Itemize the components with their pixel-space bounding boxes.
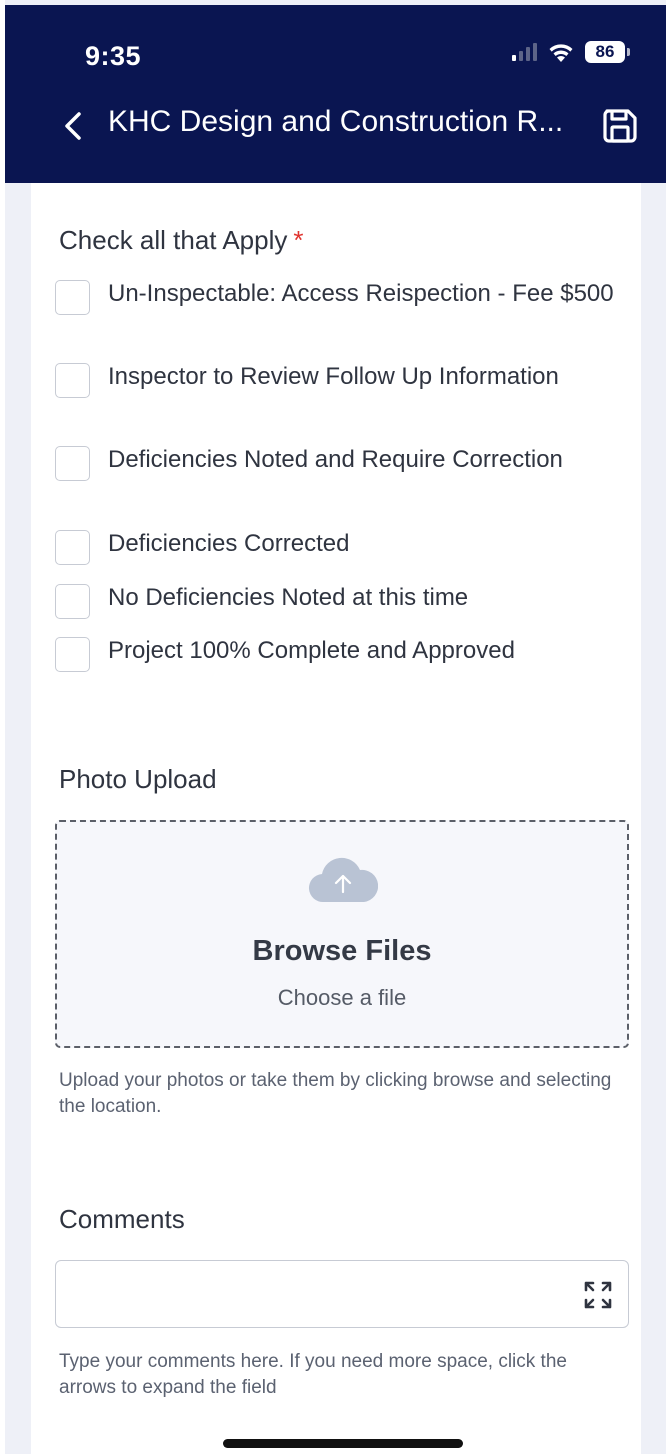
browse-files-title[interactable]: Browse Files [57, 935, 627, 968]
photo-upload-label: Photo Upload [59, 764, 217, 794]
back-button[interactable] [53, 101, 93, 151]
checkbox-label: Project 100% Complete and Approved [108, 637, 515, 664]
photo-upload-dropzone[interactable]: Browse Files Choose a file [55, 820, 629, 1048]
checklist-item[interactable]: Un-Inspectable: Access Reispection - Fee… [55, 280, 625, 315]
choose-file-text: Choose a file [277, 985, 407, 1010]
checklist-item[interactable]: Inspector to Review Follow Up Informatio… [55, 363, 625, 398]
checklist-label: Check all that Apply * [59, 225, 304, 255]
chevron-left-icon [65, 112, 81, 140]
status-icons: 86 [512, 41, 630, 63]
left-frame-edge [0, 0, 5, 1454]
status-time: 9:35 [85, 41, 142, 71]
comments-input[interactable] [55, 1260, 629, 1328]
checkbox-label: Deficiencies Noted and Require Correctio… [108, 446, 563, 473]
comments-helper: Type your comments here. If you need mor… [59, 1351, 567, 1398]
checkbox[interactable] [55, 530, 90, 565]
checkbox-label: Deficiencies Corrected [108, 530, 350, 557]
photo-upload-helper: Upload your photos or take them by click… [59, 1070, 612, 1117]
checkbox[interactable] [55, 363, 90, 398]
checklist-item[interactable]: No Deficiencies Noted at this time [55, 584, 625, 619]
checkbox-label: No Deficiencies Noted at this time [108, 584, 469, 611]
comments-label: Comments [59, 1204, 185, 1234]
required-indicator: * [293, 225, 304, 255]
wifi-icon [547, 41, 575, 63]
cellular-signal-icon [512, 43, 537, 61]
right-frame-edge [666, 0, 671, 1454]
battery-icon: 86 [585, 41, 630, 63]
page-title: KHC Design and Construction R... [108, 105, 564, 138]
save-icon [603, 109, 637, 143]
save-button[interactable] [599, 105, 641, 147]
cloud-upload-icon [308, 857, 378, 903]
checkbox-label: Inspector to Review Follow Up Informatio… [108, 363, 559, 390]
battery-level: 86 [585, 41, 625, 63]
home-indicator [223, 1439, 463, 1448]
checkbox-label: Un-Inspectable: Access Reispection - Fee… [108, 280, 614, 307]
checkbox[interactable] [55, 637, 90, 672]
checklist-item[interactable]: Deficiencies Noted and Require Correctio… [55, 446, 625, 481]
checkbox[interactable] [55, 280, 90, 315]
checkbox[interactable] [55, 584, 90, 619]
form-card: Check all that Apply * Un-Inspectable: Ac… [31, 183, 641, 1454]
checklist-item[interactable]: Deficiencies Corrected [55, 530, 625, 565]
expand-icon[interactable] [582, 1279, 614, 1311]
checklist-item[interactable]: Project 100% Complete and Approved [55, 637, 625, 672]
app-header: 9:35 86 KHC Design and Construction R... [5, 5, 666, 183]
checkbox[interactable] [55, 446, 90, 481]
